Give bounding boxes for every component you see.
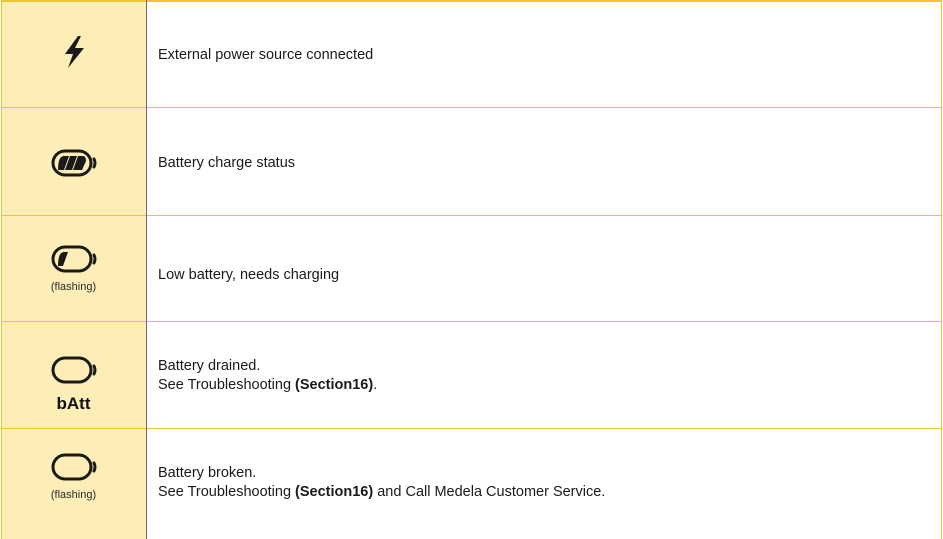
icon-cell: bAtt bbox=[1, 322, 146, 429]
row-description: External power source connected bbox=[158, 47, 374, 63]
battery-low-icon bbox=[51, 245, 96, 273]
description-line-2: See Troubleshooting (Section16) and Call… bbox=[158, 483, 605, 502]
line-suffix: . bbox=[373, 377, 378, 393]
section-reference: (Section16) bbox=[295, 377, 374, 393]
table-row: (flashing) Battery broken. See Troublesh… bbox=[1, 429, 942, 539]
icon-cell bbox=[1, 108, 146, 216]
table-row: External power source connected bbox=[1, 0, 942, 108]
battery-empty-icon bbox=[51, 453, 96, 481]
icon-cell: (flashing) bbox=[1, 429, 146, 539]
flashing-note: (flashing) bbox=[50, 489, 97, 501]
row-description: Battery broken. See Troubleshooting (Sec… bbox=[158, 464, 605, 502]
description-line-2: See Troubleshooting (Section16). bbox=[158, 376, 377, 395]
battery-status-table: External power source connected Battery … bbox=[1, 0, 942, 539]
battery-error-code: bAtt bbox=[56, 394, 91, 413]
section-reference: (Section16) bbox=[295, 484, 374, 500]
table-row: bAtt Battery drained. See Troubleshootin… bbox=[1, 322, 942, 429]
icon-cell bbox=[1, 0, 146, 108]
row-description: Battery drained. See Troubleshooting (Se… bbox=[158, 357, 377, 395]
flashing-note: (flashing) bbox=[50, 281, 97, 293]
row-description: Low battery, needs charging bbox=[158, 267, 340, 283]
description-line-1: Battery drained. bbox=[158, 358, 261, 374]
description-line-1: Battery broken. bbox=[158, 465, 257, 481]
column-divider bbox=[146, 0, 147, 539]
line-prefix: See Troubleshooting bbox=[158, 484, 296, 500]
lightning-bolt-icon bbox=[64, 36, 84, 68]
line-prefix: See Troubleshooting bbox=[158, 377, 296, 393]
battery-empty-icon bbox=[51, 356, 96, 384]
line-suffix: and Call Medela Customer Service. bbox=[373, 484, 606, 500]
battery-charge-status-icon bbox=[51, 149, 96, 177]
table-row: (flashing) Low battery, needs charging bbox=[1, 216, 942, 322]
icon-cell: (flashing) bbox=[1, 216, 146, 322]
row-description: Battery charge status bbox=[158, 155, 296, 171]
table-row: Battery charge status bbox=[1, 108, 942, 216]
